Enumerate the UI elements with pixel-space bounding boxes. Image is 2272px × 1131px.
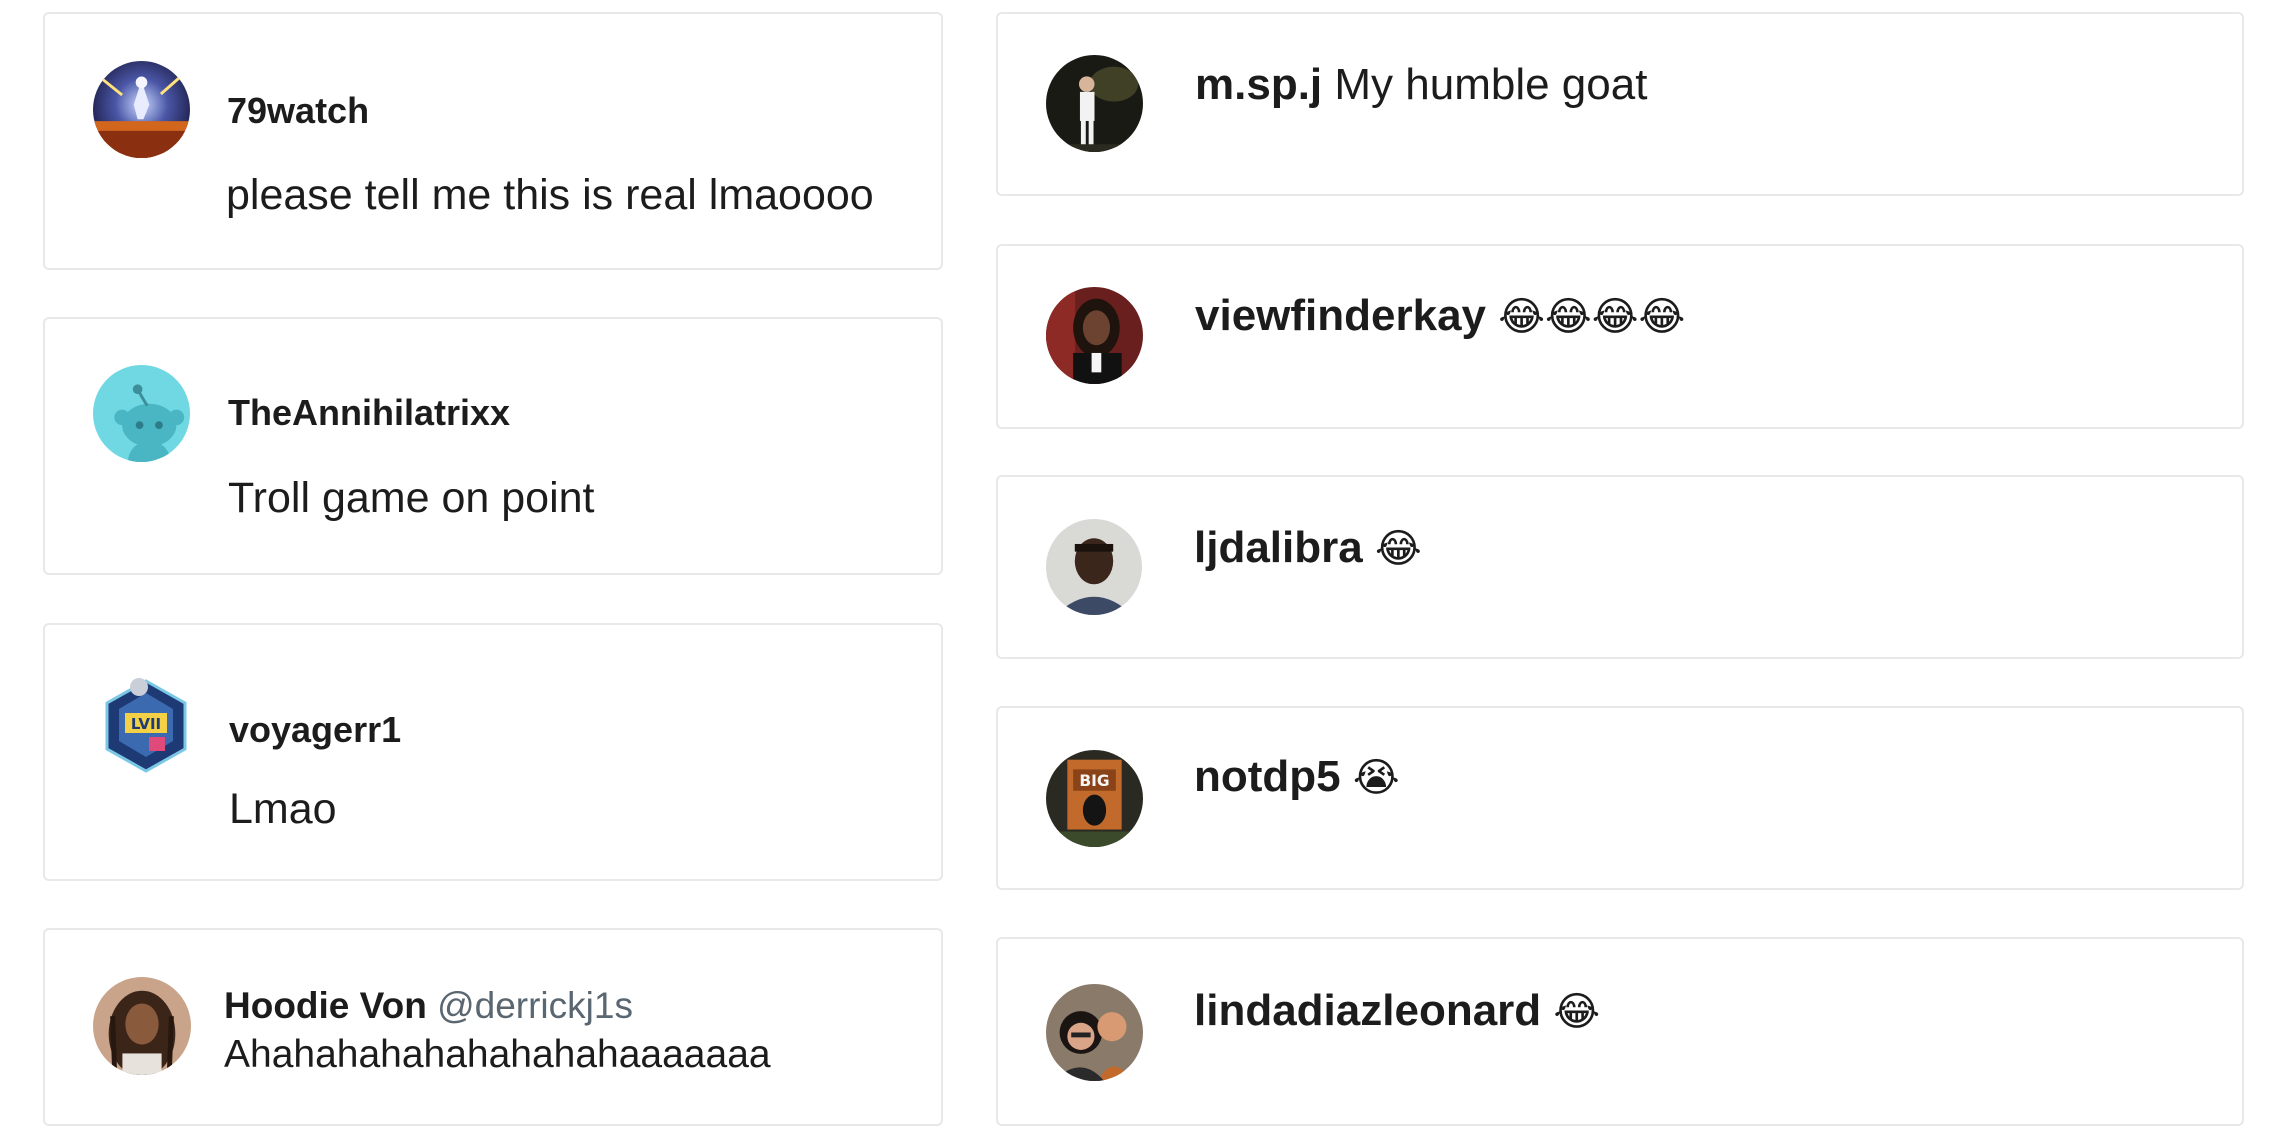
svg-text:BIG: BIG [1079,772,1109,790]
username[interactable]: TheAnnihilatrixx [228,392,510,434]
avatar-person-icon[interactable] [1046,287,1143,384]
comment-card: Hoodie Von @derrickj1s Ahahahahahahahaha… [43,928,943,1126]
avatar-gaming-art-icon[interactable] [93,61,190,158]
username[interactable]: Hoodie Von @derrickj1s [224,985,633,1027]
comment-card: BIG notdp5 😭 [996,706,2244,890]
user-handle[interactable]: @derrickj1s [437,985,633,1026]
username[interactable]: m.sp.j [1195,60,1322,109]
comment-row: viewfinderkay 😂😂😂😂 [1195,294,1685,338]
comment-text: Ahahahahahahahahahaaaaaaa [224,1033,771,1076]
avatar-person-icon[interactable] [93,977,191,1075]
comment-text: 😂 [1553,989,1601,1035]
comment-card: viewfinderkay 😂😂😂😂 [996,244,2244,429]
comment-text: Troll game on point [228,474,595,522]
comment-card: ljdalibra 😂 [996,475,2244,659]
comment-card: 79watch please tell me this is real lmao… [43,12,943,270]
comment-card: LVII voyagerr1 Lmao [43,623,943,881]
avatar-reddit-snoo-icon[interactable] [93,365,190,462]
avatar-hexagon-badge-icon[interactable]: LVII [103,675,189,775]
comment-row: lindadiazleonard 😂 [1194,989,1600,1033]
username[interactable]: 79watch [227,90,369,132]
comment-text: 😂😂😂😂 [1498,294,1686,340]
comment-row: ljdalibra 😂 [1194,526,1422,570]
avatar-couple-icon[interactable] [1046,984,1143,1081]
avatar-person-chair-icon[interactable]: BIG [1046,750,1143,847]
comment-text: please tell me this is real lmaoooo [226,171,874,219]
display-name[interactable]: Hoodie Von [224,985,427,1026]
comment-text: My humble goat [1334,60,1648,109]
avatar-person-icon[interactable] [1046,519,1142,615]
avatar-person-stage-icon[interactable] [1046,55,1143,152]
comment-card: m.sp.j My humble goat [996,12,2244,196]
comment-card: lindadiazleonard 😂 [996,937,2244,1126]
svg-text:LVII: LVII [131,715,161,733]
comment-text: 😭 [1352,755,1400,801]
comment-card: TheAnnihilatrixx Troll game on point [43,317,943,575]
comment-text: Lmao [229,785,337,833]
comment-row: notdp5 😭 [1194,755,1400,799]
username[interactable]: notdp5 [1194,752,1341,801]
username[interactable]: ljdalibra [1194,523,1363,572]
username[interactable]: lindadiazleonard [1194,986,1541,1035]
comment-row: m.sp.j My humble goat [1195,63,1647,107]
username[interactable]: voyagerr1 [229,709,401,751]
comment-text: 😂 [1374,526,1422,572]
username[interactable]: viewfinderkay [1195,291,1486,340]
